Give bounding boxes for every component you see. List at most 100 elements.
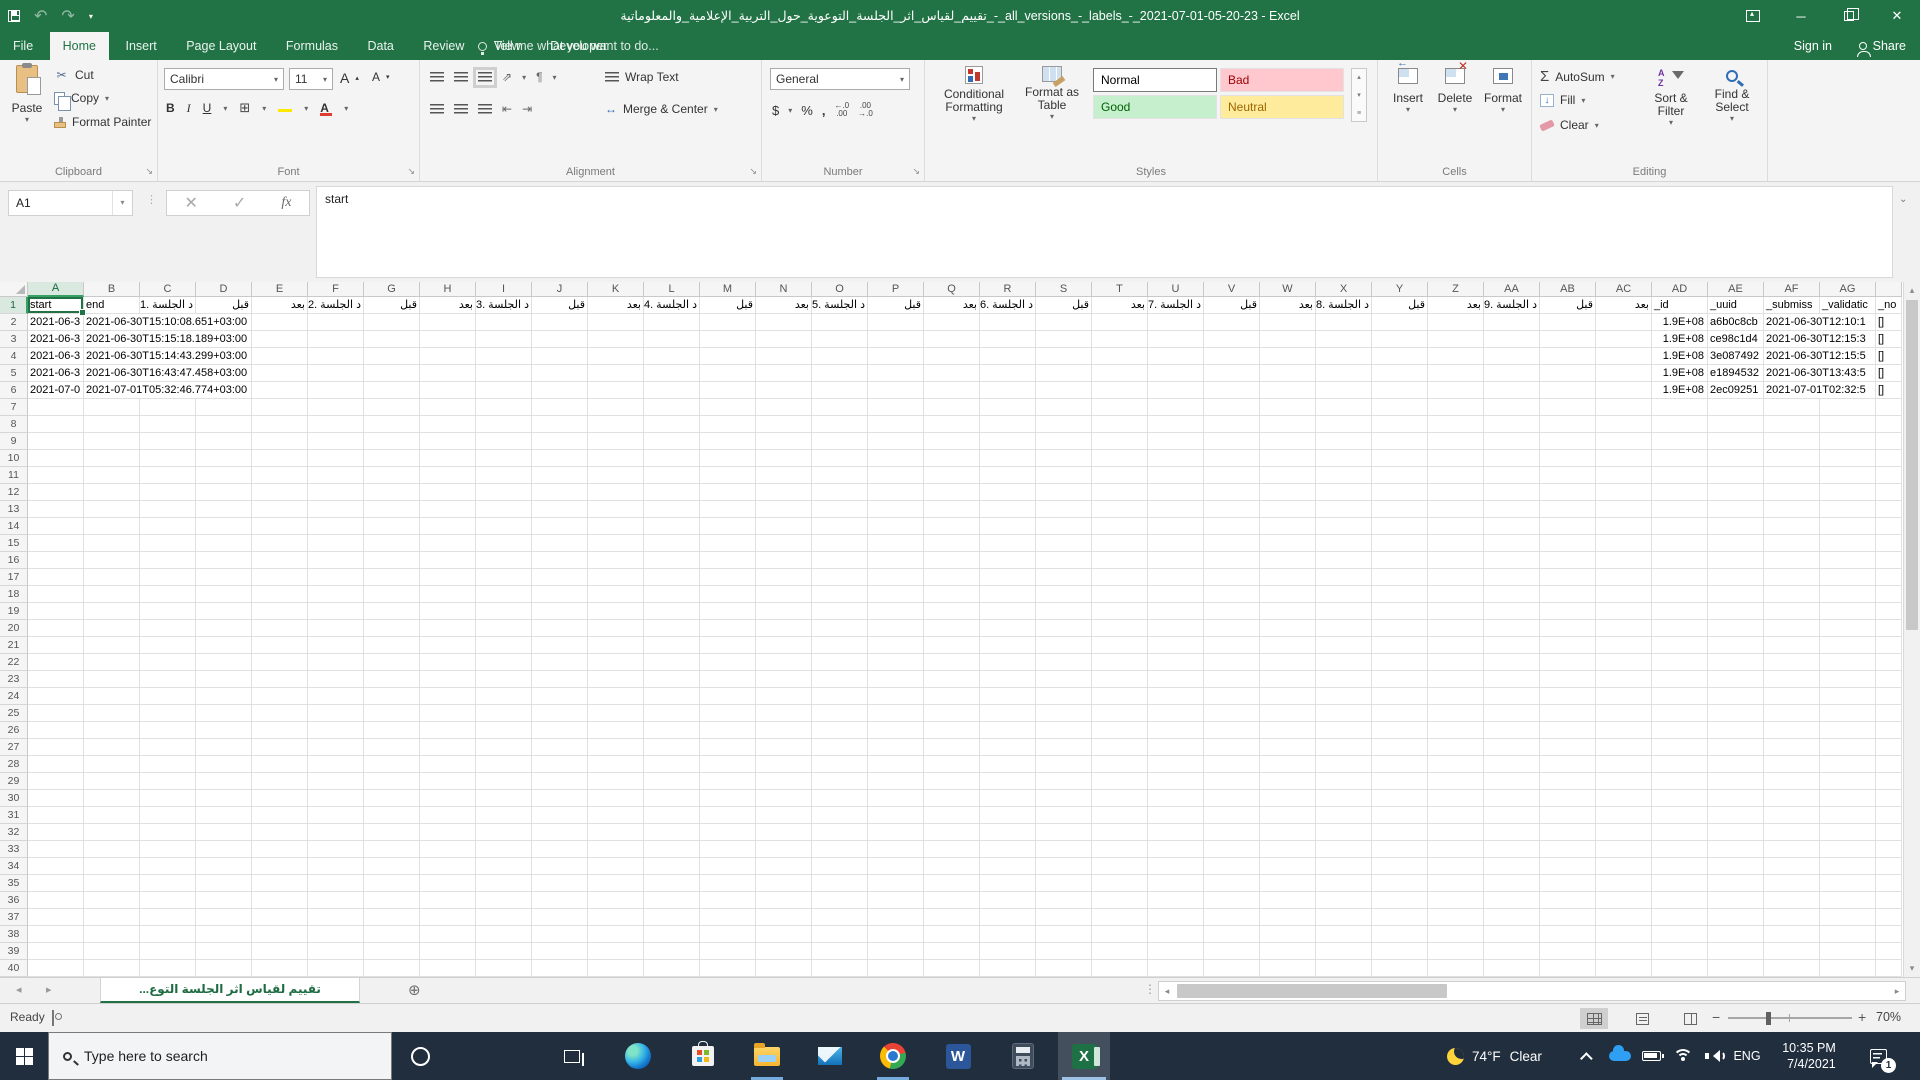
cell-H30[interactable] <box>420 790 476 807</box>
cell-Q37[interactable] <box>924 909 980 926</box>
cell-T32[interactable] <box>1092 824 1148 841</box>
cell-AF15[interactable] <box>1764 535 1820 552</box>
sheet-tab-active[interactable]: تقييم لقياس اثر الجلسة التوع... <box>100 978 360 1003</box>
cell-AF22[interactable] <box>1764 654 1820 671</box>
cell-K32[interactable] <box>588 824 644 841</box>
cell-E3[interactable] <box>252 331 308 348</box>
cell-H8[interactable] <box>420 416 476 433</box>
tab-data[interactable]: Data <box>354 32 406 60</box>
cell-P16[interactable] <box>868 552 924 569</box>
cell-AG38[interactable] <box>1820 926 1876 943</box>
cell-V34[interactable] <box>1204 858 1260 875</box>
cell-B17[interactable] <box>84 569 140 586</box>
cell-G21[interactable] <box>364 637 420 654</box>
close-button[interactable]: ✕ <box>1874 0 1920 32</box>
cell-AA9[interactable] <box>1484 433 1540 450</box>
cell-O6[interactable] <box>812 382 868 399</box>
cell-AC14[interactable] <box>1596 518 1652 535</box>
cell-K10[interactable] <box>588 450 644 467</box>
cell-A13[interactable] <box>28 501 84 518</box>
cell-T4[interactable] <box>1092 348 1148 365</box>
cell-partial-31[interactable] <box>1876 807 1902 824</box>
cell-L27[interactable] <box>644 739 700 756</box>
cell-O26[interactable] <box>812 722 868 739</box>
cell-U3[interactable] <box>1148 331 1204 348</box>
cell-partial-21[interactable] <box>1876 637 1902 654</box>
cell-AA1[interactable]: د الجلسة .9 <box>1484 297 1540 314</box>
cell-AF40[interactable] <box>1764 960 1820 977</box>
cell-E30[interactable] <box>252 790 308 807</box>
cell-AD16[interactable] <box>1652 552 1708 569</box>
cell-AA21[interactable] <box>1484 637 1540 654</box>
cell-AF24[interactable] <box>1764 688 1820 705</box>
cell-G10[interactable] <box>364 450 420 467</box>
cell-W25[interactable] <box>1260 705 1316 722</box>
cell-T11[interactable] <box>1092 467 1148 484</box>
cell-J9[interactable] <box>532 433 588 450</box>
cell-I23[interactable] <box>476 671 532 688</box>
cell-AB32[interactable] <box>1540 824 1596 841</box>
cell-V18[interactable] <box>1204 586 1260 603</box>
cell-AA14[interactable] <box>1484 518 1540 535</box>
cell-Q40[interactable] <box>924 960 980 977</box>
cell-AE40[interactable] <box>1708 960 1764 977</box>
cell-AG11[interactable] <box>1820 467 1876 484</box>
cell-T17[interactable] <box>1092 569 1148 586</box>
cell-I37[interactable] <box>476 909 532 926</box>
cell-A4[interactable]: 2021-06-3 <box>28 348 84 365</box>
cell-AA39[interactable] <box>1484 943 1540 960</box>
cell-S1[interactable]: قبل <box>1036 297 1092 314</box>
cell-V3[interactable] <box>1204 331 1260 348</box>
cell-M12[interactable] <box>700 484 756 501</box>
cell-M24[interactable] <box>700 688 756 705</box>
cell-N30[interactable] <box>756 790 812 807</box>
cell-P19[interactable] <box>868 603 924 620</box>
cell-M27[interactable] <box>700 739 756 756</box>
cell-C20[interactable] <box>140 620 196 637</box>
cell-Y33[interactable] <box>1372 841 1428 858</box>
cell-Y22[interactable] <box>1372 654 1428 671</box>
row-header-17[interactable]: 17 <box>0 569 28 586</box>
cell-Y29[interactable] <box>1372 773 1428 790</box>
cell-X37[interactable] <box>1316 909 1372 926</box>
column-header-L[interactable]: L <box>644 282 700 297</box>
cell-V4[interactable] <box>1204 348 1260 365</box>
cell-AE8[interactable] <box>1708 416 1764 433</box>
cell-H10[interactable] <box>420 450 476 467</box>
cell-Z25[interactable] <box>1428 705 1484 722</box>
cell-O24[interactable] <box>812 688 868 705</box>
cell-AA22[interactable] <box>1484 654 1540 671</box>
cell-C30[interactable] <box>140 790 196 807</box>
cell-Q5[interactable] <box>924 365 980 382</box>
cell-L25[interactable] <box>644 705 700 722</box>
cell-W21[interactable] <box>1260 637 1316 654</box>
cell-Q30[interactable] <box>924 790 980 807</box>
cell-F17[interactable] <box>308 569 364 586</box>
row-header-37[interactable]: 37 <box>0 909 28 926</box>
cell-AF26[interactable] <box>1764 722 1820 739</box>
cell-K9[interactable] <box>588 433 644 450</box>
cell-D13[interactable] <box>196 501 252 518</box>
cell-U39[interactable] <box>1148 943 1204 960</box>
orientation-icon[interactable]: ⇗ <box>502 70 512 84</box>
cell-S38[interactable] <box>1036 926 1092 943</box>
cell-P18[interactable] <box>868 586 924 603</box>
cell-H19[interactable] <box>420 603 476 620</box>
cell-partial-19[interactable] <box>1876 603 1902 620</box>
cell-P38[interactable] <box>868 926 924 943</box>
cell-AF36[interactable] <box>1764 892 1820 909</box>
cell-A11[interactable] <box>28 467 84 484</box>
cell-partial-23[interactable] <box>1876 671 1902 688</box>
cell-O29[interactable] <box>812 773 868 790</box>
cell-X35[interactable] <box>1316 875 1372 892</box>
align-middle-icon[interactable] <box>454 71 468 83</box>
cell-C7[interactable] <box>140 399 196 416</box>
cell-AC21[interactable] <box>1596 637 1652 654</box>
cell-Y24[interactable] <box>1372 688 1428 705</box>
cell-X29[interactable] <box>1316 773 1372 790</box>
cell-M32[interactable] <box>700 824 756 841</box>
cell-O33[interactable] <box>812 841 868 858</box>
cell-AE23[interactable] <box>1708 671 1764 688</box>
cell-T19[interactable] <box>1092 603 1148 620</box>
cell-Y13[interactable] <box>1372 501 1428 518</box>
